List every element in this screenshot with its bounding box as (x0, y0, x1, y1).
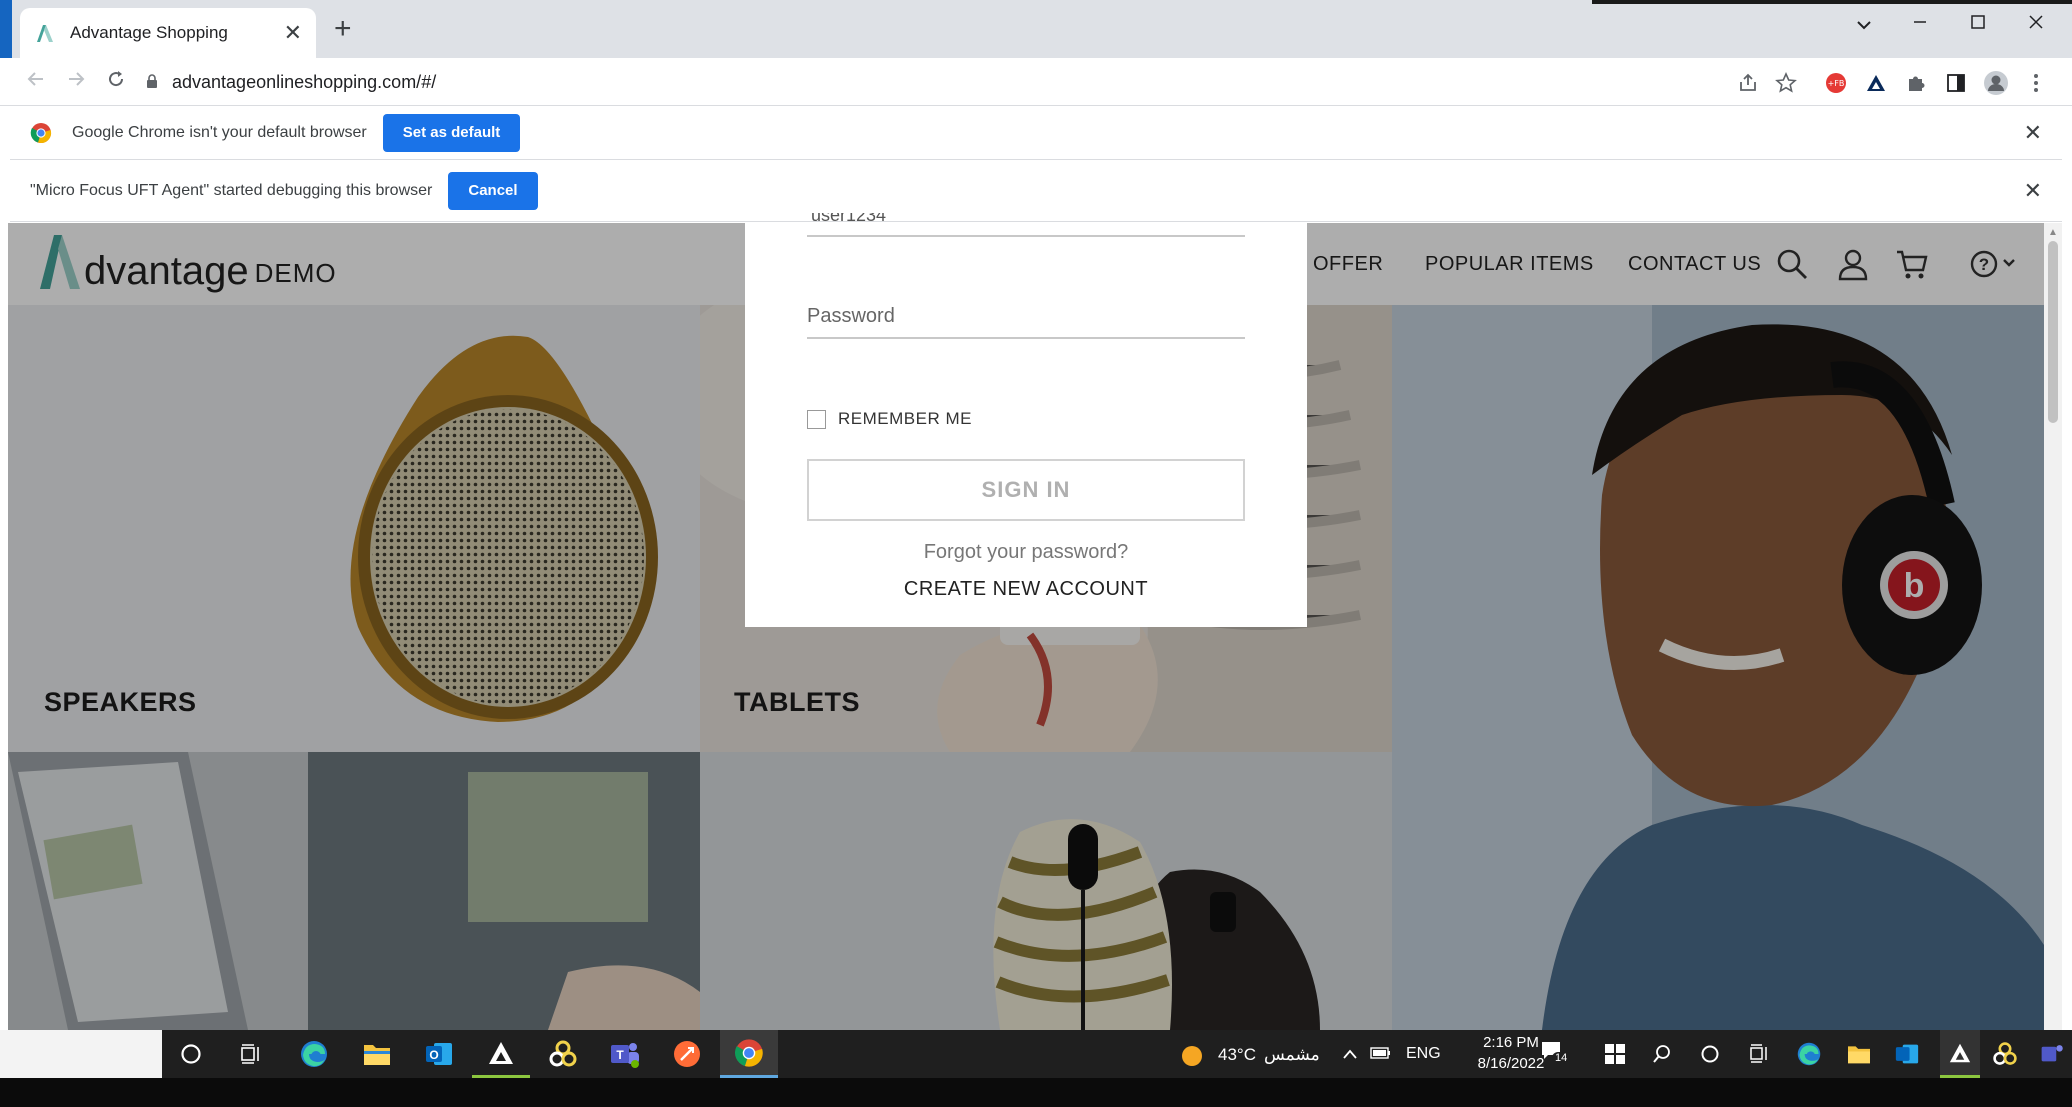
teams-icon[interactable]: T (596, 1030, 654, 1078)
url-text: advantageonlineshopping.com/#/ (172, 71, 437, 92)
create-new-account-link[interactable]: CREATE NEW ACCOUNT (745, 578, 1307, 601)
chrome-menu-icon[interactable] (2022, 69, 2050, 97)
remember-me-checkbox[interactable] (807, 409, 826, 429)
password-placeholder: Password (807, 305, 895, 327)
secondary-file-explorer-icon[interactable] (1846, 1043, 1872, 1065)
forgot-password-link[interactable]: Forgot your password? (745, 541, 1307, 564)
tab-search-chevron-icon[interactable] (1842, 6, 1886, 42)
secondary-teams-icon[interactable] (2040, 1042, 2066, 1066)
tab-title: Advantage Shopping (70, 23, 228, 42)
extensions-puzzle-icon[interactable] (1902, 69, 1930, 97)
svg-text:+FB: +FB (1828, 79, 1845, 88)
tab-close-icon[interactable]: ✕ (284, 20, 302, 46)
maximize-button[interactable] (1956, 6, 2000, 42)
password-field[interactable]: Password (807, 305, 1245, 339)
outlook-icon[interactable]: O (410, 1030, 468, 1078)
sign-in-button[interactable]: SIGN IN (807, 459, 1245, 521)
remember-me-row: REMEMBER ME (807, 409, 972, 429)
side-panel-icon[interactable] (1942, 69, 1970, 97)
profile-avatar-icon[interactable] (1982, 69, 2010, 97)
page-scrollbar[interactable]: ▲ (2044, 223, 2062, 1030)
debugging-message: "Micro Focus UFT Agent" started debuggin… (30, 181, 433, 199)
extension-red-icon[interactable]: +FB (1822, 69, 1850, 97)
username-value: user1234 (811, 213, 887, 225)
taskbar-search-box[interactable] (0, 1030, 162, 1078)
tray-overflow-chevron-icon[interactable] (1342, 1048, 1358, 1060)
secondary-uft-agent-icon[interactable] (1940, 1030, 1980, 1078)
tricentis-knot-icon[interactable] (534, 1030, 592, 1078)
file-explorer-icon[interactable] (348, 1030, 406, 1078)
secondary-task-view-icon[interactable] (1748, 1044, 1770, 1064)
weather-condition[interactable]: مشمس (1264, 1045, 1320, 1065)
close-window-button[interactable] (2014, 6, 2058, 42)
address-bar[interactable]: advantageonlineshopping.com/#/ (146, 64, 1776, 100)
edge-browser-icon[interactable] (285, 1030, 343, 1078)
share-icon[interactable] (1734, 69, 1762, 97)
forward-button[interactable] (60, 66, 92, 98)
advantage-favicon-icon (37, 25, 53, 42)
weather-temperature[interactable]: 43°C (1218, 1045, 1256, 1065)
close-default-infobar-icon[interactable]: ✕ (2024, 120, 2042, 146)
minimize-button[interactable] (1898, 6, 1942, 42)
svg-text:T: T (616, 1048, 624, 1062)
browser-toolbar: advantageonlineshopping.com/#/ +FB (0, 58, 2072, 106)
reload-button[interactable] (100, 66, 132, 98)
login-modal: user1234 Password REMEMBER ME SIGN IN Fo… (745, 213, 1307, 627)
username-field[interactable]: user1234 (807, 213, 1245, 237)
weather-sun-icon[interactable] (1180, 1044, 1204, 1068)
notification-count: 14 (1552, 1052, 1571, 1064)
cortana-circle-icon[interactable] (162, 1030, 220, 1078)
default-browser-message: Google Chrome isn't your default browser (72, 123, 367, 141)
title-bar-edge (1592, 0, 2072, 4)
windows-start-icon[interactable] (1604, 1043, 1626, 1065)
svg-text:O: O (429, 1048, 438, 1062)
cancel-debugging-button[interactable]: Cancel (448, 171, 538, 210)
input-language[interactable]: ENG (1406, 1045, 1441, 1063)
secondary-search-icon[interactable] (1652, 1044, 1672, 1064)
postman-icon[interactable] (658, 1030, 716, 1078)
task-view-icon[interactable] (222, 1030, 280, 1078)
chrome-taskbar-icon[interactable] (720, 1030, 778, 1078)
tab-strip: Advantage Shopping ✕ + (0, 0, 2072, 58)
bookmark-star-icon[interactable] (1772, 69, 1800, 97)
desktop-bottom-strip (0, 1078, 2072, 1107)
extension-triangle-icon[interactable] (1862, 69, 1890, 97)
close-debugging-infobar-icon[interactable]: ✕ (2024, 178, 2042, 204)
windows-taskbar: O T 43°C مشمس ENG 2:16 PM 8/16/2022 14 (0, 1030, 2072, 1078)
notification-center-icon[interactable]: 14 (1540, 1040, 1571, 1068)
scroll-up-arrow-icon[interactable]: ▲ (2048, 227, 2058, 238)
scrollbar-thumb[interactable] (2048, 241, 2058, 423)
chrome-logo-icon (30, 122, 52, 143)
background-window-edge (0, 0, 12, 58)
back-button[interactable] (20, 66, 52, 98)
default-browser-infobar: Google Chrome isn't your default browser… (10, 106, 2062, 160)
set-as-default-button[interactable]: Set as default (382, 113, 521, 152)
tab-advantage-shopping[interactable]: Advantage Shopping ✕ (20, 8, 316, 58)
battery-icon[interactable] (1370, 1046, 1392, 1060)
new-tab-button[interactable]: + (334, 14, 352, 44)
lock-icon (146, 73, 158, 91)
secondary-outlook-icon[interactable] (1894, 1042, 1920, 1066)
uft-agent-icon[interactable] (472, 1030, 530, 1078)
secondary-cortana-icon[interactable] (1700, 1044, 1720, 1064)
secondary-tricentis-icon[interactable] (1992, 1041, 2018, 1067)
remember-me-label: REMEMBER ME (838, 409, 972, 428)
secondary-edge-icon[interactable] (1796, 1041, 1822, 1067)
